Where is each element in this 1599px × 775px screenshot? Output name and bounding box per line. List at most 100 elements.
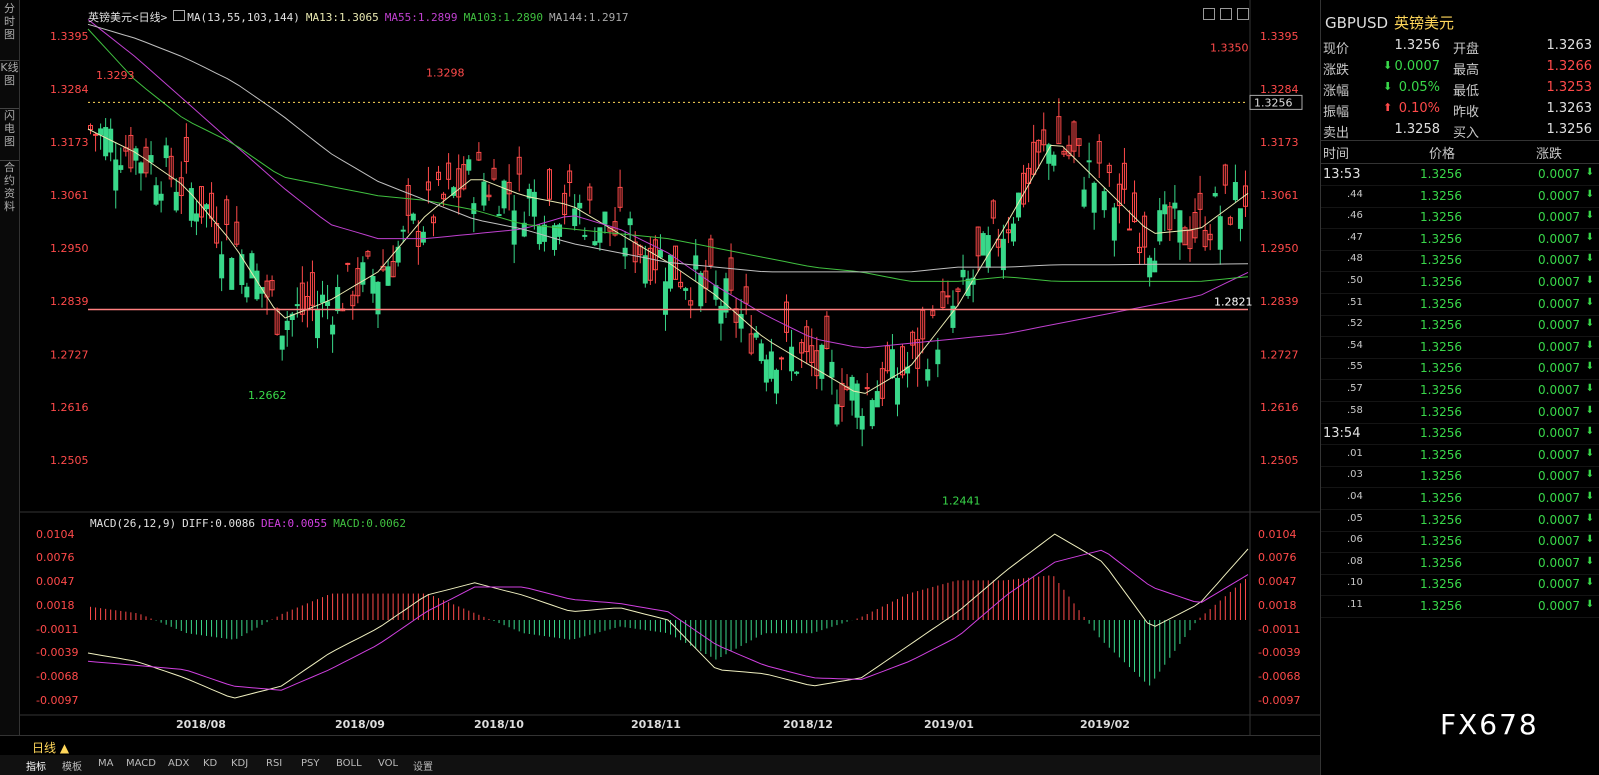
price-tick-label-left: 1.2616	[50, 401, 89, 414]
tick-change: 0.0007	[1538, 167, 1580, 181]
candle-body	[1081, 189, 1087, 207]
quote-title: GBPUSD 英镑美元	[1325, 12, 1454, 33]
candle-body	[204, 204, 210, 210]
tick-change: 0.0007	[1538, 361, 1580, 376]
candle-body	[849, 376, 855, 401]
quote-value: 1.3256	[1394, 38, 1441, 53]
candle-body	[541, 224, 547, 242]
indicator-tab[interactable]: MACD	[126, 758, 156, 769]
indicator-tab[interactable]: KDJ	[231, 758, 248, 769]
chart-zoom-icon[interactable]	[1220, 8, 1232, 20]
candle-body	[1086, 160, 1092, 163]
price-tick-label: 1.3284	[1260, 83, 1299, 96]
quote-label: 涨幅	[1323, 84, 1350, 99]
tick-price: 1.3256	[1420, 318, 1462, 333]
tick-row: .46 1.3256 0.0007 ⬇	[1321, 207, 1599, 230]
tab-lightning[interactable]: 闪电图	[0, 108, 19, 148]
indicator-tab[interactable]: RSI	[266, 758, 282, 769]
macd-tick-label-left: -0.0097	[36, 694, 78, 707]
price-tick-label-left: 1.3284	[50, 83, 89, 96]
indicator-tab[interactable]: MA	[98, 758, 113, 769]
macd-tick-label: 0.0047	[1258, 575, 1297, 588]
tick-price: 1.3256	[1420, 404, 1462, 419]
indicator-tab[interactable]: 模板	[62, 758, 82, 773]
macd-tick-label: 0.0104	[1258, 528, 1297, 541]
candle-body	[753, 332, 759, 338]
candle-body	[642, 255, 648, 284]
kline-chart-area[interactable]: 1.3395 1.3395 1.3284 1.3284 1.3173 1.3173 1.30…	[20, 0, 1320, 735]
candle-body	[698, 272, 704, 307]
quote-row: 涨幅 ⬇ 0.05% 最低 1.3253	[1321, 78, 1599, 99]
candle-body	[345, 262, 351, 265]
candle-body	[229, 258, 235, 290]
macd-tick-label: -0.0097	[1258, 694, 1300, 707]
candle-body	[602, 211, 608, 225]
diff-value: DIFF:0.0086	[182, 517, 255, 530]
tick-change: 0.0007	[1538, 253, 1580, 268]
indicator-tab-bar: 指标 模板 MA MACD ADX KD KDJ RSI PSY BOLL VOL 设置	[0, 755, 1320, 775]
tick-row: .05 1.3256 0.0007 ⬇	[1321, 510, 1599, 532]
arrow-down-icon: ⬇	[1585, 253, 1594, 265]
candle-body	[370, 276, 376, 294]
arrow-down-icon: ⬇	[1585, 167, 1594, 178]
candle-body	[98, 128, 104, 136]
tab-timeshare[interactable]: 分时图	[0, 2, 19, 41]
tick-time: .46	[1347, 210, 1363, 222]
arrow-down-icon: ⬇	[1585, 361, 1594, 373]
indicator-tab[interactable]: ADX	[168, 758, 189, 769]
candle-body	[385, 266, 391, 286]
candle-body	[869, 400, 875, 427]
indicator-tab[interactable]: BOLL	[336, 758, 362, 769]
tab-contract-info[interactable]: 合约资料	[0, 160, 19, 213]
tick-time: 13:54	[1323, 426, 1361, 442]
tab-kline[interactable]: K线图	[0, 60, 19, 87]
tick-row: .01 1.3256 0.0007 ⬇	[1321, 445, 1599, 467]
tick-row: .58 1.3256 0.0007 ⬇	[1321, 402, 1599, 424]
tick-time: .51	[1347, 296, 1363, 308]
arrow-down-icon: ⬇	[1585, 534, 1594, 546]
candle-body	[1177, 210, 1183, 243]
legend-toggle-icon[interactable]	[173, 10, 186, 21]
indicator-tab[interactable]: 指标	[26, 758, 46, 773]
price-tick-label-left: 1.3395	[50, 30, 89, 43]
quote-value: 0.05%	[1398, 80, 1440, 95]
ticks-header-time: 时间	[1323, 147, 1350, 162]
candle-body	[1046, 144, 1052, 164]
tick-time: .58	[1347, 404, 1363, 416]
candle-body	[1212, 193, 1218, 197]
price-annotation: 1.3350	[1210, 42, 1249, 55]
period-selector[interactable]: 日线 ▲	[32, 739, 69, 756]
candle-body	[894, 377, 900, 405]
arrow-down-icon: ⬇	[1383, 80, 1393, 93]
candle-body	[219, 254, 225, 279]
tick-price: 1.3256	[1420, 491, 1462, 505]
tick-price: 1.3256	[1420, 275, 1462, 289]
chart-settings-icon[interactable]	[1203, 8, 1215, 20]
candle-body	[153, 185, 159, 205]
price-tick-label: 1.3173	[1260, 136, 1299, 149]
indicator-tab[interactable]: PSY	[301, 758, 320, 769]
macd-tick-label: -0.0068	[1258, 670, 1300, 683]
tick-price: 1.3256	[1420, 167, 1462, 181]
candle-body	[314, 308, 320, 339]
indicator-tab[interactable]: 设置	[413, 758, 433, 773]
candle-body	[536, 226, 542, 245]
candle-body	[133, 148, 139, 161]
tick-price: 1.3256	[1420, 210, 1462, 225]
chart-maximize-icon[interactable]	[1237, 8, 1249, 20]
current-price-label: 1.3256	[1254, 96, 1293, 109]
price-tick-label: 1.2839	[1260, 295, 1299, 308]
tick-price: 1.3256	[1420, 555, 1462, 570]
x-axis-label: 2018/09	[335, 718, 385, 731]
price-tick-label-left: 1.2727	[50, 348, 89, 361]
tick-time: .48	[1347, 253, 1363, 265]
indicator-tab[interactable]: VOL	[378, 758, 398, 769]
dea-value: DEA:0.0055	[260, 517, 328, 530]
indicator-tab[interactable]: KD	[203, 758, 217, 769]
candle-body	[980, 233, 986, 256]
candle-body	[627, 218, 633, 226]
x-axis-label: 2019/01	[924, 718, 974, 731]
quote-label: 昨收	[1453, 105, 1480, 120]
ma-legend: 英镑美元<日线> MA(13,55,103,144) MA13:1.3065 MA55…	[88, 9, 635, 25]
tick-row: 13:54 1.3256 0.0007 ⬇	[1321, 423, 1599, 446]
